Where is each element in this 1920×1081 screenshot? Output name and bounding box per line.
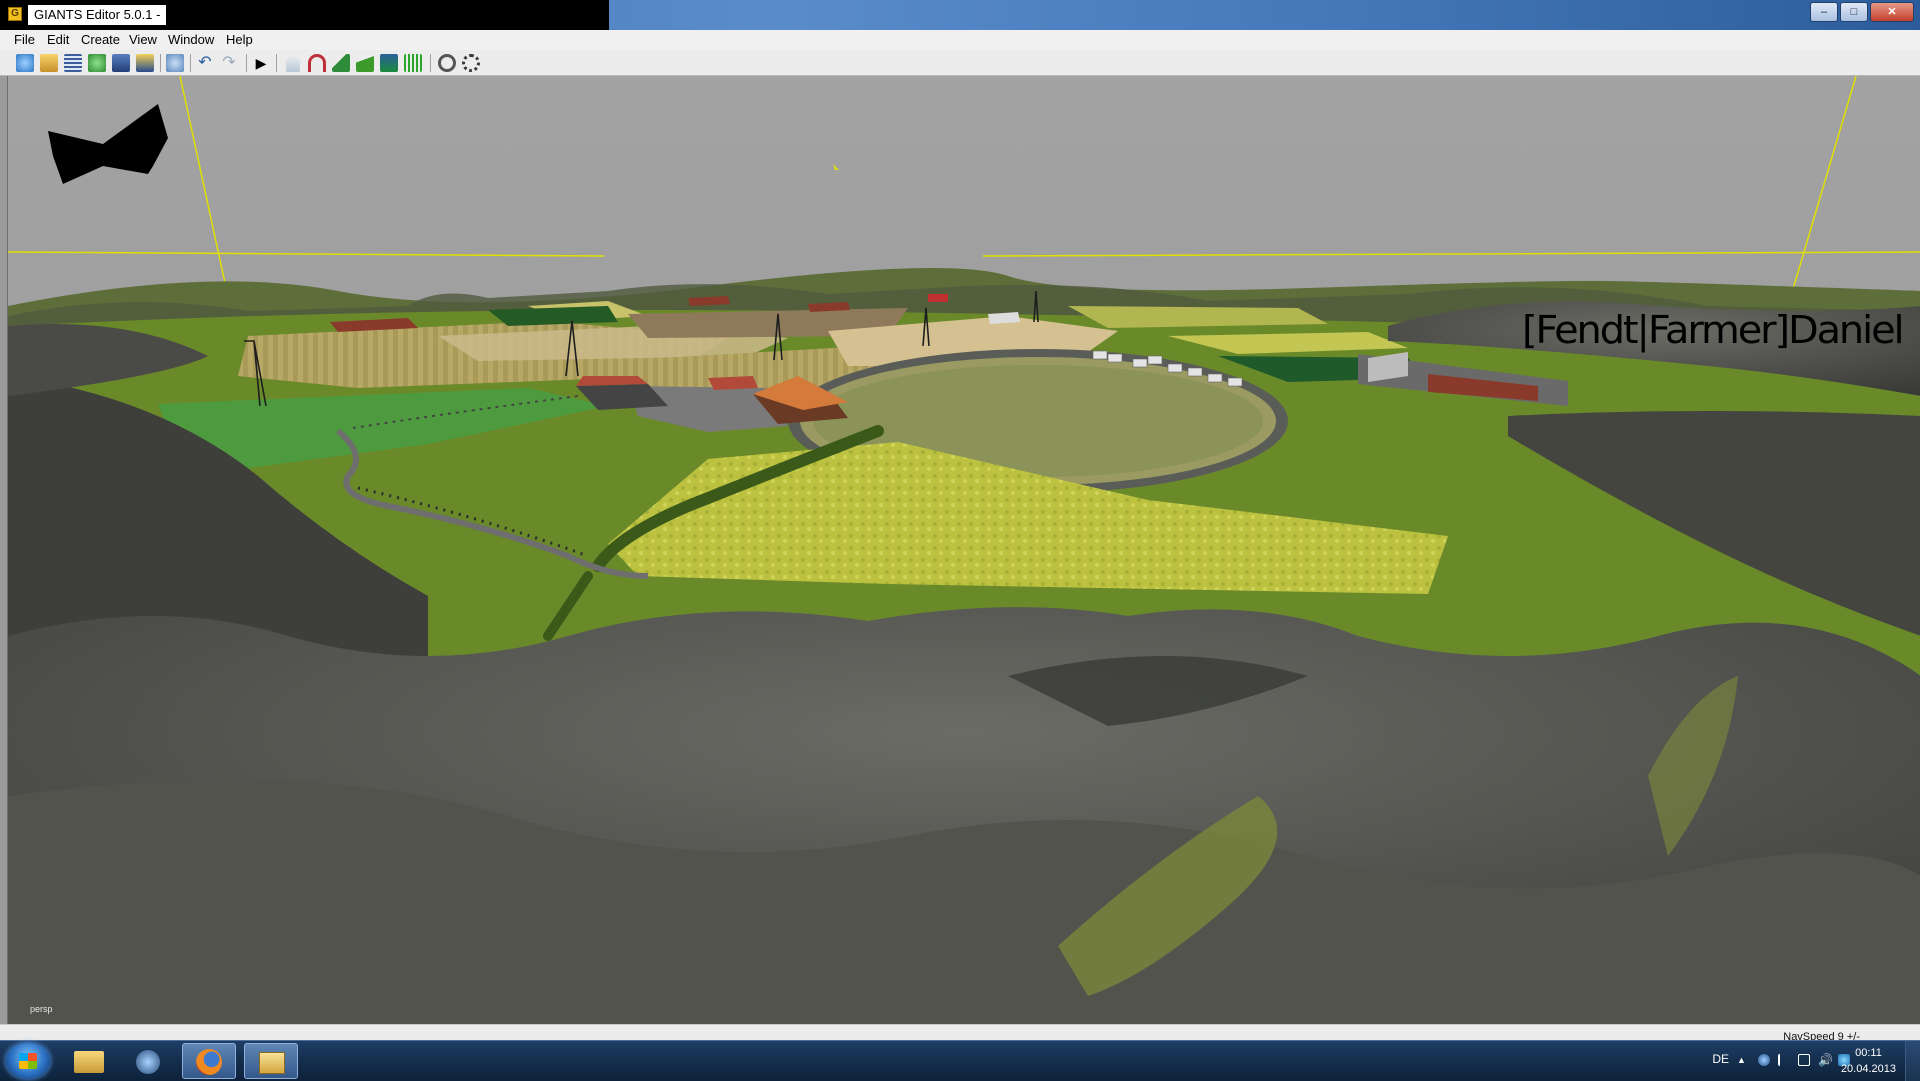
terrain-scene	[8, 76, 1920, 1024]
list-icon[interactable]	[64, 54, 82, 72]
clock-time: 00:11	[1855, 1047, 1882, 1059]
volume-icon[interactable]: 🔊	[1818, 1054, 1833, 1066]
arch-icon[interactable]	[308, 54, 326, 72]
3d-viewport[interactable]: [Fendt|Farmer]Daniel persp	[7, 76, 1920, 1024]
foliage-icon[interactable]	[356, 54, 374, 72]
toolbar-separator	[190, 54, 191, 72]
select-icon[interactable]	[438, 54, 456, 72]
firefox-icon	[196, 1049, 222, 1075]
snap-icon[interactable]	[462, 54, 480, 72]
toolbar-separator	[430, 54, 431, 72]
toolbar-separator	[160, 54, 161, 72]
trees-icon[interactable]	[380, 54, 398, 72]
network-icon[interactable]	[1758, 1054, 1770, 1066]
undo-icon[interactable]: ↶	[196, 54, 214, 72]
clock[interactable]: 00:11 20.04.2013	[1841, 1045, 1896, 1077]
terrain-icon[interactable]	[332, 54, 350, 72]
menu-view[interactable]: View	[129, 32, 157, 47]
app-icon: G	[8, 7, 22, 21]
window-controls: – □ ✕	[1810, 2, 1914, 22]
watermark-text: [Fendt|Farmer]Daniel	[1521, 308, 1905, 352]
window-title: GIANTS Editor 5.0.1 -	[28, 5, 167, 25]
taskbar-explorer[interactable]	[62, 1043, 116, 1079]
refresh-icon[interactable]	[88, 54, 106, 72]
display-icon[interactable]	[1798, 1054, 1810, 1066]
open-icon[interactable]	[40, 54, 58, 72]
toolbar-separator	[276, 54, 277, 72]
play-icon[interactable]: ▶	[252, 54, 270, 72]
taskbar-firefox[interactable]	[182, 1043, 236, 1079]
redo-icon[interactable]: ↷	[220, 54, 238, 72]
toolbar-separator	[246, 54, 247, 72]
menu-file[interactable]: File	[14, 32, 35, 47]
media-player-icon	[136, 1050, 160, 1074]
menu-create[interactable]: Create	[81, 32, 120, 47]
maximize-button[interactable]: □	[1840, 2, 1868, 22]
title-bar: G GIANTS Editor 5.0.1 - – □ ✕	[0, 0, 1920, 30]
show-desktop-button[interactable]	[1905, 1041, 1920, 1081]
menu-help[interactable]: Help	[226, 32, 253, 47]
new-scene-icon[interactable]	[16, 54, 34, 72]
grass-icon[interactable]	[404, 54, 422, 72]
taskbar-media-player[interactable]	[122, 1043, 176, 1079]
taskbar-giants-editor[interactable]	[244, 1043, 298, 1079]
menu-window[interactable]: Window	[168, 32, 214, 47]
menu-bar: File Edit Create View Window Help	[0, 30, 1920, 51]
taskbar: DE ▲ 🔊 00:11 20.04.2013	[0, 1040, 1920, 1081]
toolbar: ↶ ↷ ▶	[0, 50, 1920, 76]
start-button[interactable]	[6, 1043, 50, 1079]
save-as-icon[interactable]	[136, 54, 154, 72]
windows-explorer-icon	[74, 1051, 104, 1073]
language-indicator[interactable]: DE	[1712, 1052, 1729, 1066]
status-bar: NavSpeed 9 +/-	[0, 1024, 1920, 1043]
save-icon[interactable]	[112, 54, 130, 72]
action-center-icon[interactable]	[1778, 1054, 1790, 1066]
camera-label: persp	[30, 1004, 53, 1014]
system-tray: DE ▲ 🔊 00:11 20.04.2013	[1660, 1041, 1920, 1081]
giants-editor-icon	[259, 1052, 285, 1074]
import-icon[interactable]	[166, 54, 184, 72]
windows-logo-icon	[19, 1053, 37, 1069]
house-icon[interactable]	[284, 54, 302, 72]
minimize-button[interactable]: –	[1810, 2, 1838, 22]
menu-edit[interactable]: Edit	[47, 32, 69, 47]
tray-expand-icon[interactable]: ▲	[1737, 1054, 1749, 1066]
clock-date: 20.04.2013	[1840, 1063, 1896, 1075]
close-button[interactable]: ✕	[1870, 2, 1914, 22]
